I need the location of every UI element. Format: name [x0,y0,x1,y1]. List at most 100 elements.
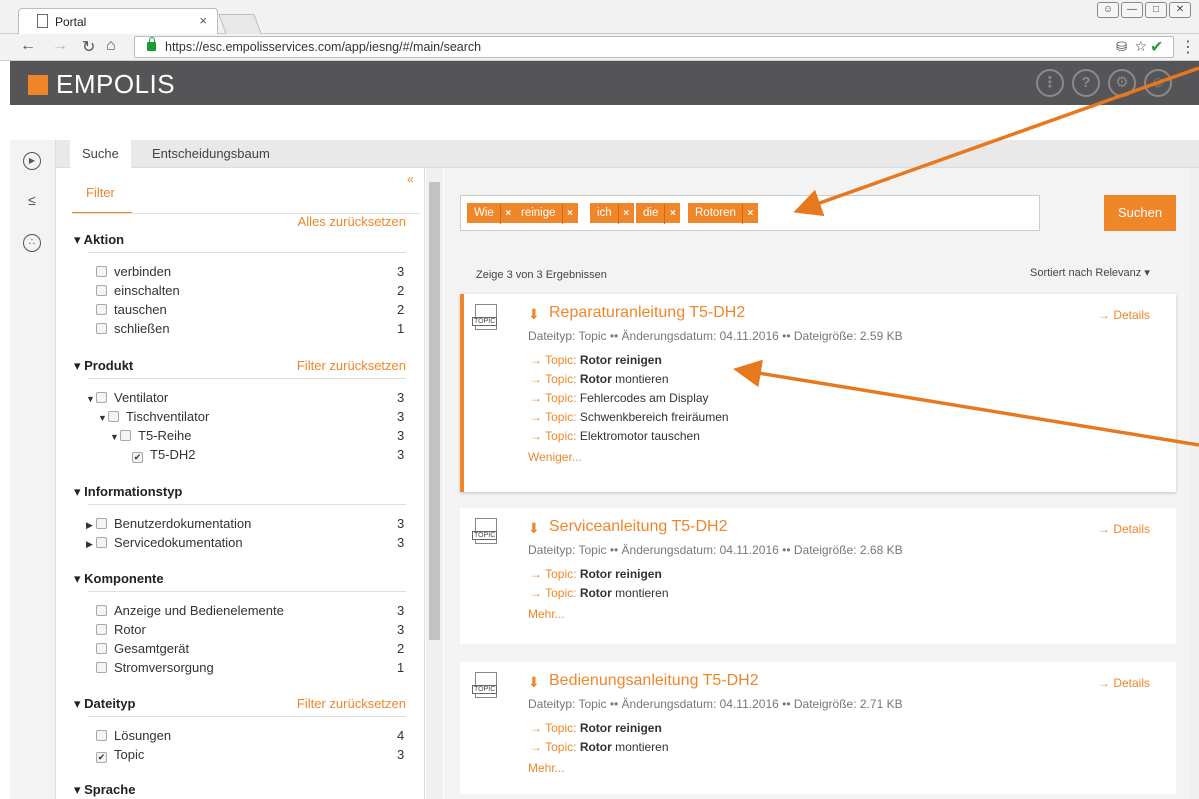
filter-option[interactable]: ▼ Tischventilator [98,409,209,424]
filter-reset-link[interactable]: Filter zurücksetzen [297,696,406,711]
topic-link[interactable]: → Topic: Elektromotor tauschen [530,429,700,443]
search-term-chip[interactable]: ich × [590,203,634,224]
filter-section-title[interactable]: ▾ Informationstyp [74,484,182,500]
close-window-icon[interactable]: ✕ [1169,2,1191,18]
close-tab-icon[interactable]: × [199,13,207,28]
filter-option[interactable]: ✔ Topic [96,747,144,763]
filter-option[interactable]: ▼ Ventilator [86,390,168,405]
filter-section-title[interactable]: ▾ Produkt [74,358,133,374]
filter-option[interactable]: Lösungen [96,728,171,743]
more-link[interactable]: Mehr... [528,607,565,621]
checkbox[interactable] [96,304,107,315]
back-icon[interactable]: ← [20,37,36,55]
help-icon[interactable]: ? [1072,69,1100,97]
checkbox[interactable] [120,430,131,441]
checkbox[interactable] [96,662,107,673]
filter-option[interactable]: schließen [96,321,170,336]
filter-reset-link[interactable]: Filter zurücksetzen [297,358,406,373]
filter-option[interactable]: Anzeige und Bedienelemente [96,603,284,618]
search-term-chip[interactable]: Rotoren × [688,203,758,224]
details-link[interactable]: → Details [1098,522,1150,536]
reload-icon[interactable]: ↻ [82,37,95,57]
key-icon[interactable]: ⛁ [1116,39,1127,55]
results-scrollbar[interactable] [1190,168,1199,799]
checkbox[interactable] [96,285,107,296]
list-icon[interactable]: ≤ [23,192,41,210]
download-icon[interactable]: ⬇ [528,306,540,323]
checkbox[interactable] [96,323,107,334]
details-link[interactable]: → Details [1098,308,1150,322]
download-icon[interactable]: ⬇ [528,674,540,691]
profile-icon[interactable]: ☺ [1097,2,1119,18]
extension-icon[interactable]: ✔ [1150,37,1163,57]
tab-entscheidungsbaum[interactable]: Entscheidungsbaum [140,140,282,168]
bookmark-star-icon[interactable]: ☆ [1134,38,1147,55]
filter-option[interactable]: ▼ T5-Reihe [110,428,191,443]
filter-option[interactable]: einschalten [96,283,180,298]
download-icon[interactable]: ⬇ [528,520,540,537]
filter-section-title[interactable]: ▾ Sprache [74,782,135,798]
filter-option[interactable]: ✔ T5-DH2 [132,447,196,463]
filter-tab[interactable]: Filter [72,182,132,214]
search-term-chip[interactable]: die × [636,203,681,224]
search-button[interactable]: Suchen [1104,195,1176,231]
grid-icon[interactable]: ⋮ [1036,69,1064,97]
topic-link[interactable]: → Topic: Schwenkbereich freiräumen [530,410,729,424]
topic-link[interactable]: → Topic: Fehlercodes am Display [530,391,709,405]
topic-link[interactable]: → Topic: Rotor montieren [530,740,669,754]
expanded-icon[interactable]: ▼ [110,432,120,442]
settings-icon[interactable]: ⚙ [1108,69,1136,97]
checkbox[interactable] [96,266,107,277]
filter-option[interactable]: verbinden [96,264,171,279]
network-icon[interactable]: ∴ [23,234,41,252]
sidebar-scrollbar-thumb[interactable] [429,182,440,640]
filter-option[interactable]: ▶ Benutzerdokumentation [86,516,251,531]
topic-link[interactable]: → Topic: Rotor reinigen [530,353,662,367]
browser-tab[interactable]: Portal × [18,8,218,34]
checkbox[interactable] [96,643,107,654]
expanded-icon[interactable]: ▼ [86,394,96,404]
reset-all-link[interactable]: Alles zurücksetzen [298,214,406,229]
maximize-icon[interactable]: □ [1145,2,1167,18]
result-title-link[interactable]: Reparaturanleitung T5-DH2 [549,304,745,322]
filter-option[interactable]: Rotor [96,622,146,637]
checkbox[interactable] [96,392,107,403]
browser-menu-icon[interactable]: ⋮ [1180,37,1196,57]
topic-link[interactable]: → Topic: Rotor reinigen [530,721,662,735]
remove-chip-icon[interactable]: × [664,204,680,224]
checkbox[interactable] [96,537,107,548]
filter-section-title[interactable]: ▾ Aktion [74,232,124,248]
filter-option[interactable]: Stromversorgung [96,660,214,675]
result-title-link[interactable]: Serviceanleitung T5-DH2 [549,518,727,536]
search-input[interactable]: Wie × reinige × ich × die × Rotoren × [460,195,1040,231]
details-link[interactable]: → Details [1098,676,1150,690]
topic-link[interactable]: → Topic: Rotor reinigen [530,567,662,581]
checkbox[interactable] [96,518,107,529]
checkbox-checked[interactable]: ✔ [96,752,107,763]
topic-link[interactable]: → Topic: Rotor montieren [530,372,669,386]
minimize-icon[interactable]: — [1121,2,1143,18]
checkbox-checked[interactable]: ✔ [132,452,143,463]
home-icon[interactable]: ⌂ [106,37,116,55]
tab-suche[interactable]: Suche [70,140,131,168]
new-tab-button[interactable] [218,14,262,34]
expanded-icon[interactable]: ▼ [98,413,108,423]
user-icon[interactable]: ☺ [1144,69,1172,97]
forward-icon[interactable]: → [52,37,68,55]
filter-option[interactable]: Gesamtgerät [96,641,189,656]
filter-section-title[interactable]: ▾ Dateityp [74,696,135,712]
filter-section-title[interactable]: ▾ Komponente [74,571,164,587]
checkbox[interactable] [96,730,107,741]
filter-option[interactable]: tauschen [96,302,167,317]
checkbox[interactable] [108,411,119,422]
checkbox[interactable] [96,605,107,616]
remove-chip-icon[interactable]: × [741,204,758,224]
more-link[interactable]: Mehr... [528,761,565,775]
checkbox[interactable] [96,624,107,635]
less-link[interactable]: Weniger... [528,450,582,464]
search-term-chip[interactable]: reinige × [514,203,578,224]
remove-chip-icon[interactable]: × [617,204,634,224]
url-input[interactable]: https://esc.empolisservices.com/app/iesn… [134,36,1174,58]
play-icon[interactable]: ▶ [23,152,41,170]
collapse-sidebar-icon[interactable]: « [407,172,414,186]
